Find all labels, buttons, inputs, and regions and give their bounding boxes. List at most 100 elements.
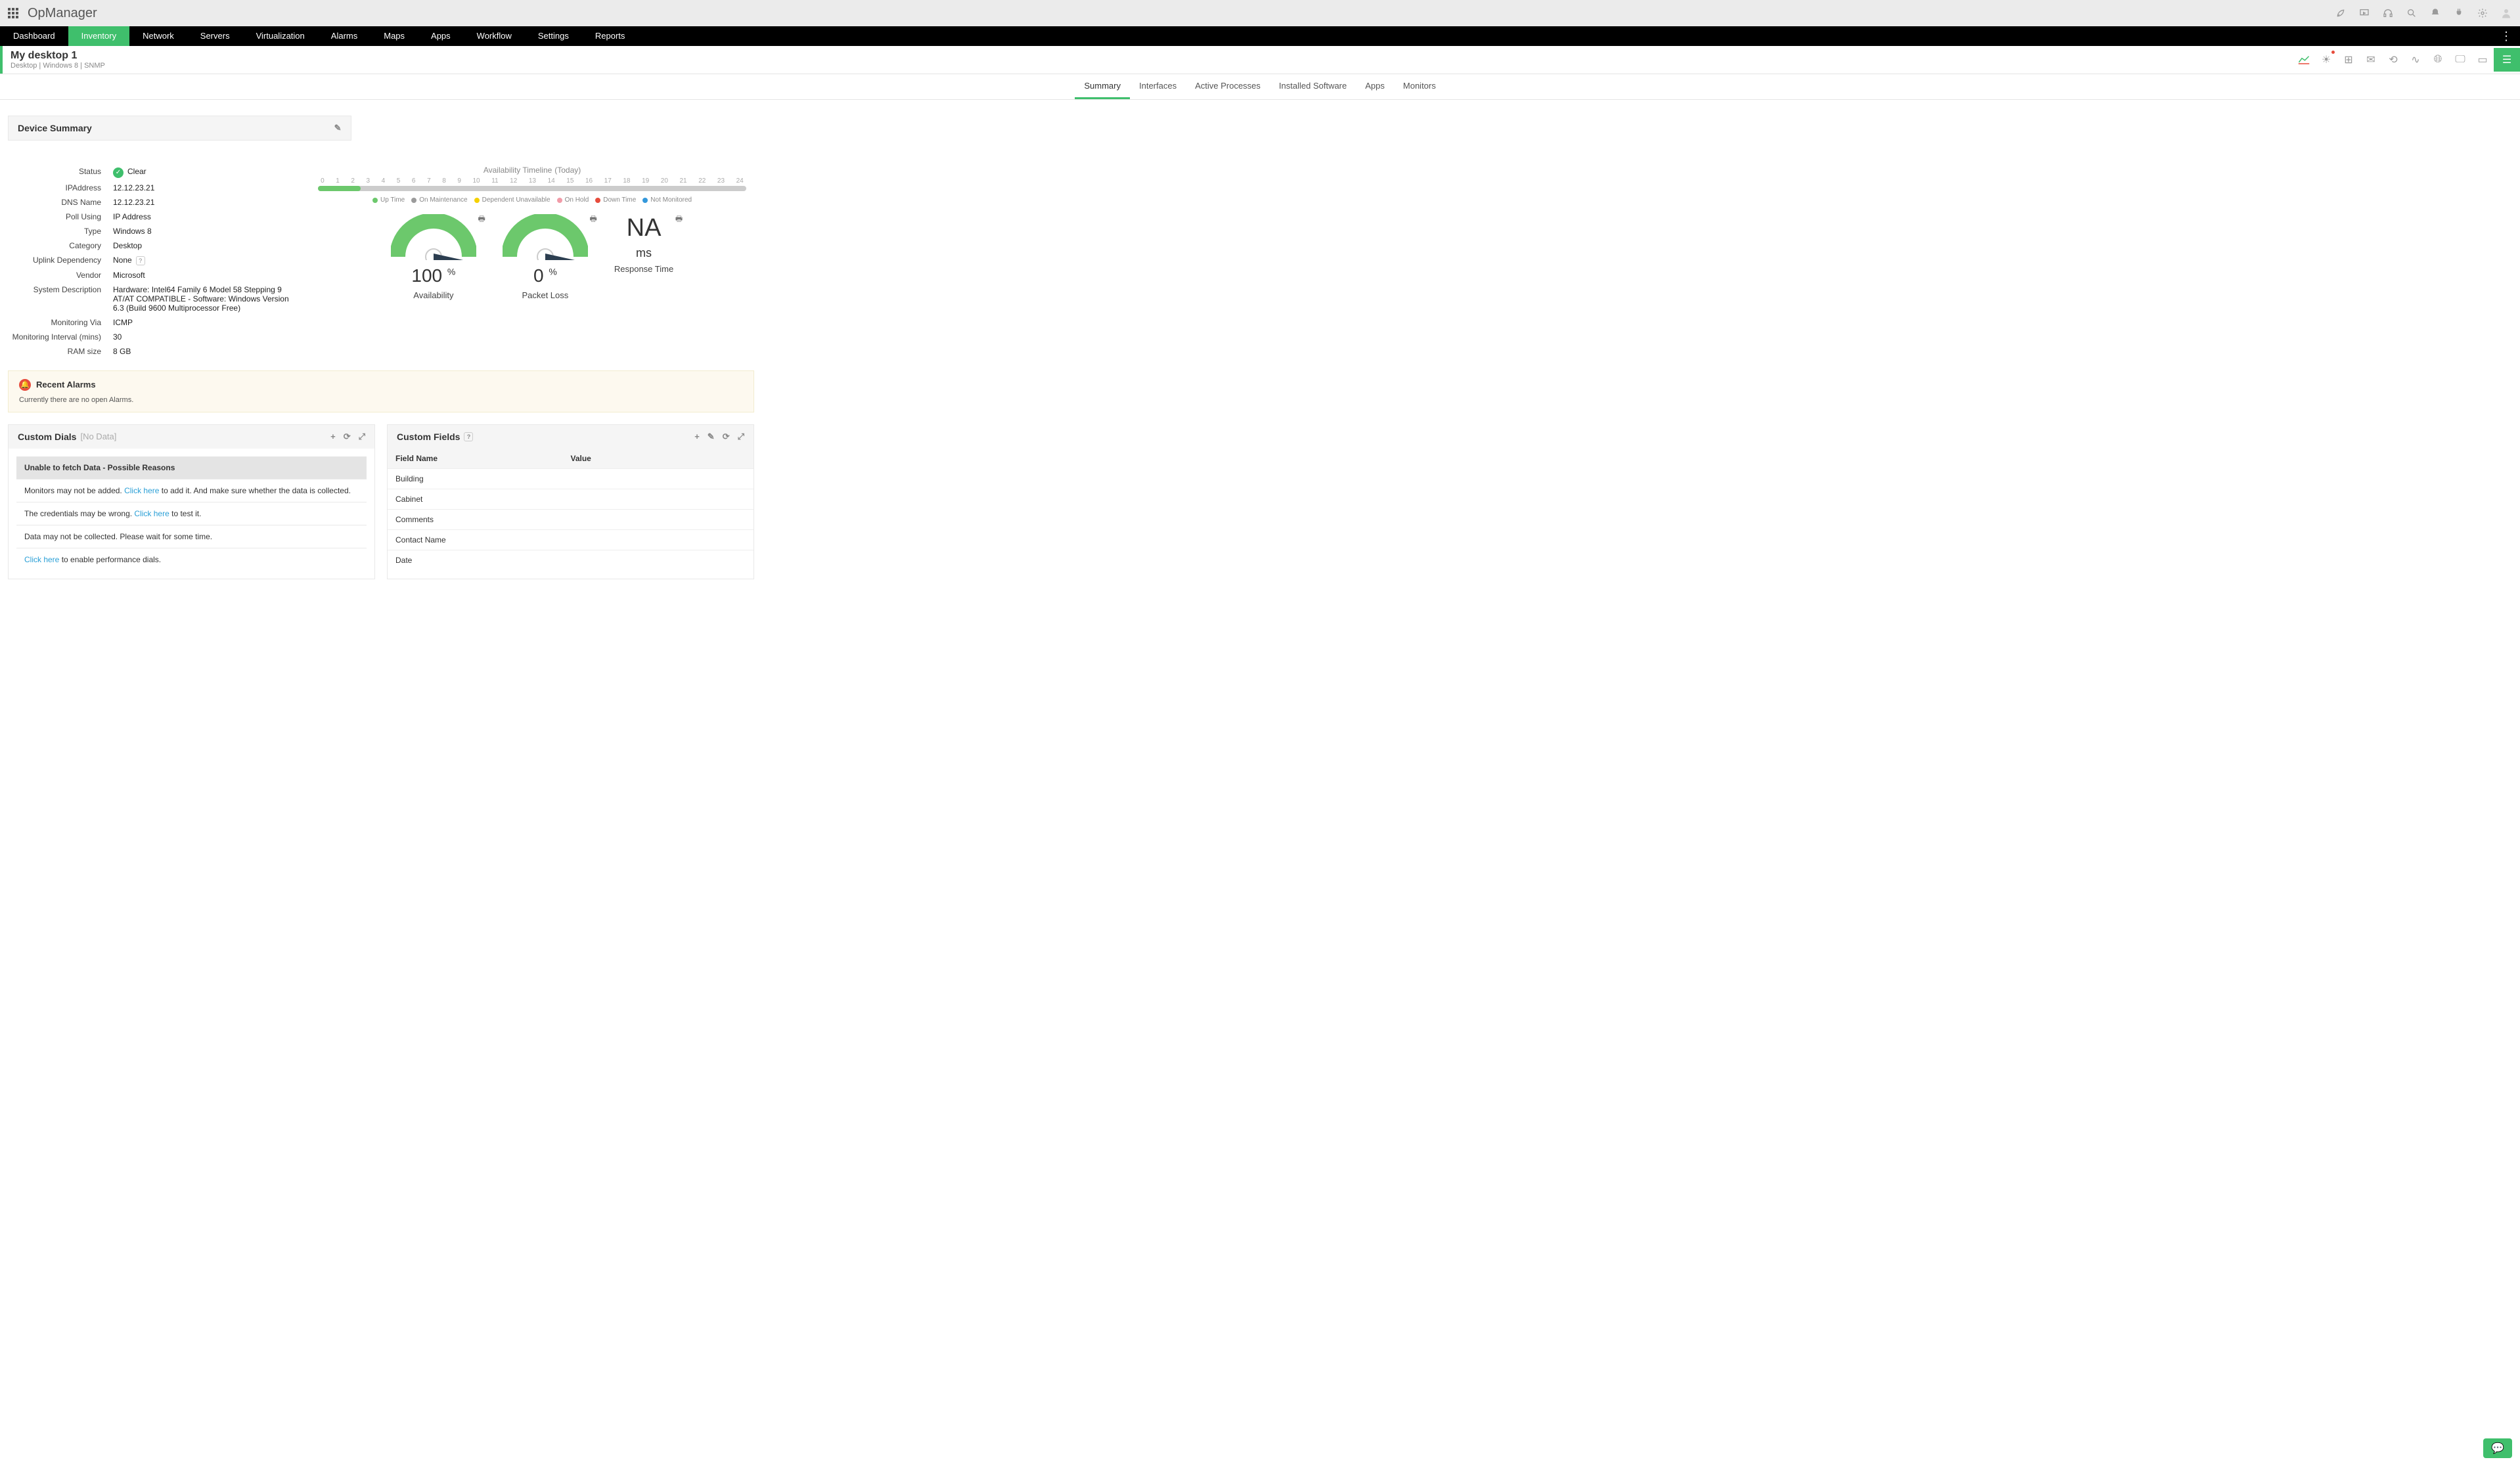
ds-row: RAM size8 GB xyxy=(8,344,318,359)
rocket-icon[interactable] xyxy=(2335,7,2347,19)
device-summary-title: Device Summary xyxy=(18,123,92,133)
tab-monitors[interactable]: Monitors xyxy=(1394,74,1445,99)
tab-active-processes[interactable]: Active Processes xyxy=(1186,74,1270,99)
plug-icon[interactable] xyxy=(2453,7,2465,19)
ds-row: Monitoring ViaICMP xyxy=(8,315,318,330)
gauge-availability: 🖶100 %Availability xyxy=(391,214,476,300)
reason-row: Data may not be collected. Please wait f… xyxy=(16,525,367,548)
legend-item: Not Monitored xyxy=(642,196,692,204)
alert-icon[interactable]: ☀ xyxy=(2315,48,2337,72)
tab-apps[interactable]: Apps xyxy=(1356,74,1394,99)
add-icon[interactable]: + xyxy=(330,432,336,441)
nav-network[interactable]: Network xyxy=(129,26,187,46)
tab-summary[interactable]: Summary xyxy=(1075,74,1130,99)
reason-link[interactable]: Click here xyxy=(124,486,159,495)
reason-link[interactable]: Click here xyxy=(24,555,59,564)
cf-row: Comments xyxy=(388,509,754,529)
device-summary-table: Status✓ClearIPAddress12.12.23.21DNS Name… xyxy=(8,164,318,359)
printer-icon[interactable]: 🖶 xyxy=(478,213,485,227)
ds-row: Status✓Clear xyxy=(8,164,318,181)
ds-row: Poll UsingIP Address xyxy=(8,210,318,224)
edit-icon[interactable]: ✎ xyxy=(708,432,715,442)
timeline-bar xyxy=(318,186,746,191)
mail-icon[interactable]: ✉ xyxy=(2360,48,2382,72)
ds-row: TypeWindows 8 xyxy=(8,224,318,238)
terminal-icon[interactable]: ▭ xyxy=(2471,48,2494,72)
help-icon[interactable]: ? xyxy=(464,432,473,441)
ds-row: Uplink DependencyNone? xyxy=(8,253,318,268)
nav-apps[interactable]: Apps xyxy=(418,26,464,46)
tab-installed-software[interactable]: Installed Software xyxy=(1270,74,1356,99)
cf-header-value: Value xyxy=(571,454,591,463)
presentation-icon[interactable] xyxy=(2358,7,2370,19)
help-icon[interactable]: ? xyxy=(136,256,145,265)
cf-row: Contact Name xyxy=(388,529,754,550)
top-bar: OpManager xyxy=(0,0,2520,26)
nav-more-icon[interactable]: ⋮ xyxy=(2492,30,2520,43)
edit-icon[interactable]: ✎ xyxy=(334,123,342,133)
brand-name: OpManager xyxy=(28,6,97,21)
user-icon[interactable] xyxy=(2500,7,2512,19)
ds-row: VendorMicrosoft xyxy=(8,268,318,282)
nav-inventory[interactable]: Inventory xyxy=(68,26,129,46)
pulse-icon[interactable]: ∿ xyxy=(2404,48,2427,72)
custom-fields-card: Custom Fields ? + ✎ ⟳ ⤢ Field Name Value… xyxy=(387,424,754,579)
ds-row: Monitoring Interval (mins)30 xyxy=(8,330,318,344)
reason-link[interactable]: Click here xyxy=(134,509,169,518)
availability-panel: Availability Timeline (Today) 0123456789… xyxy=(318,164,746,359)
printer-icon[interactable]: 🖶 xyxy=(675,213,683,227)
ds-row: DNS Name12.12.23.21 xyxy=(8,195,318,210)
nav-maps[interactable]: Maps xyxy=(371,26,418,46)
sub-tabs: SummaryInterfacesActive ProcessesInstall… xyxy=(0,74,2520,100)
legend-item: Down Time xyxy=(595,196,636,204)
apps-icon[interactable] xyxy=(8,8,18,18)
gear-icon[interactable] xyxy=(2477,7,2488,19)
nav-workflow[interactable]: Workflow xyxy=(464,26,525,46)
custom-dials-subtitle: [No Data] xyxy=(80,432,116,441)
chart-icon[interactable] xyxy=(2293,48,2315,72)
printer-icon[interactable]: 🖶 xyxy=(590,213,597,227)
nav-virtualization[interactable]: Virtualization xyxy=(243,26,318,46)
hamburger-icon[interactable]: ☰ xyxy=(2494,48,2520,72)
nav-reports[interactable]: Reports xyxy=(582,26,639,46)
reasons-title: Unable to fetch Data - Possible Reasons xyxy=(16,456,367,479)
nodes-icon[interactable]: ⊞ xyxy=(2337,48,2360,72)
refresh-icon[interactable]: ⟳ xyxy=(723,432,730,442)
custom-dials-title: Custom Dials xyxy=(18,432,76,442)
reason-row: Click here to enable performance dials. xyxy=(16,548,367,571)
recent-alarms-msg: Currently there are no open Alarms. xyxy=(19,396,743,404)
link-icon[interactable]: ⟲ xyxy=(2382,48,2404,72)
globe-icon[interactable]: 🌐︎ xyxy=(2427,48,2449,72)
ds-row: CategoryDesktop xyxy=(8,238,318,253)
nav-servers[interactable]: Servers xyxy=(187,26,243,46)
alarm-icon: 🔔 xyxy=(19,379,31,391)
custom-dials-card: Custom Dials [No Data] + ⟳ ⤢ Unable to f… xyxy=(8,424,375,579)
gauge-packet-loss: 🖶0 %Packet Loss xyxy=(503,214,588,300)
legend-item: On Maintenance xyxy=(411,196,467,204)
availability-title: Availability Timeline xyxy=(484,166,552,175)
headset-icon[interactable] xyxy=(2382,7,2394,19)
tab-interfaces[interactable]: Interfaces xyxy=(1130,74,1186,99)
ds-row: IPAddress12.12.23.21 xyxy=(8,181,318,195)
reason-row: The credentials may be wrong. Click here… xyxy=(16,502,367,525)
page-title: My desktop 1 xyxy=(11,50,105,62)
main-nav: DashboardInventoryNetworkServersVirtuali… xyxy=(0,26,2520,46)
search-icon[interactable] xyxy=(2406,7,2418,19)
recent-alarms-title: Recent Alarms xyxy=(36,380,96,389)
bell-icon[interactable] xyxy=(2429,7,2441,19)
gauge-response-time: 🖶NAmsResponse Time xyxy=(614,214,673,300)
ds-row: System DescriptionHardware: Intel64 Fami… xyxy=(8,282,318,315)
breadcrumb: Desktop | Windows 8 | SNMP xyxy=(11,62,105,70)
monitor-remove-icon[interactable]: 🖵 xyxy=(2449,48,2471,72)
nav-alarms[interactable]: Alarms xyxy=(318,26,371,46)
chat-icon[interactable]: 💬 xyxy=(2483,1438,2512,1458)
expand-icon[interactable]: ⤢ xyxy=(359,432,365,442)
refresh-icon[interactable]: ⟳ xyxy=(344,432,351,442)
availability-subtitle: (Today) xyxy=(554,166,581,175)
add-icon[interactable]: + xyxy=(694,432,700,441)
nav-settings[interactable]: Settings xyxy=(525,26,582,46)
nav-dashboard[interactable]: Dashboard xyxy=(0,26,68,46)
legend-item: Up Time xyxy=(372,196,405,204)
expand-icon[interactable]: ⤢ xyxy=(738,432,744,442)
legend-item: Dependent Unavailable xyxy=(474,196,551,204)
